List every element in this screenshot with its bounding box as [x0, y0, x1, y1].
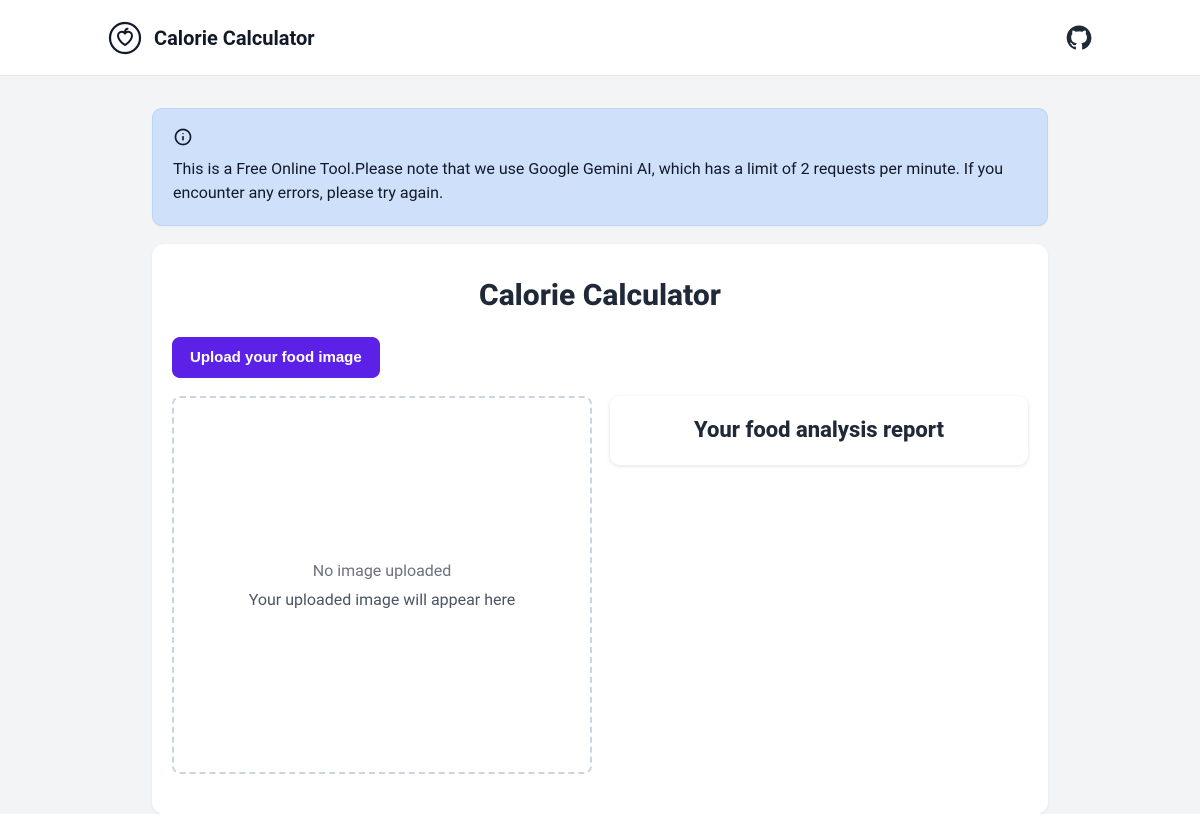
calculator-card: Calorie Calculator Upload your food imag… [152, 244, 1048, 814]
columns: No image uploaded Your uploaded image wi… [172, 396, 1028, 774]
info-alert: This is a Free Online Tool.Please note t… [152, 108, 1048, 226]
info-icon [173, 127, 1027, 151]
image-dropzone[interactable]: No image uploaded Your uploaded image wi… [172, 396, 592, 774]
brand: Calorie Calculator [108, 21, 315, 55]
app-title: Calorie Calculator [154, 26, 315, 50]
page-content: This is a Free Online Tool.Please note t… [0, 76, 1200, 814]
github-link[interactable] [1066, 25, 1092, 51]
dropzone-empty-title: No image uploaded [313, 561, 452, 580]
github-icon [1066, 25, 1092, 51]
report-title: Your food analysis report [630, 418, 1008, 443]
info-alert-text: This is a Free Online Tool.Please note t… [173, 157, 1027, 205]
card-title: Calorie Calculator [172, 278, 1028, 313]
report-panel: Your food analysis report [610, 396, 1028, 465]
apple-heart-logo-icon [108, 21, 142, 55]
upload-button[interactable]: Upload your food image [172, 337, 380, 378]
app-header: Calorie Calculator [0, 0, 1200, 76]
dropzone-empty-subtitle: Your uploaded image will appear here [249, 590, 516, 609]
